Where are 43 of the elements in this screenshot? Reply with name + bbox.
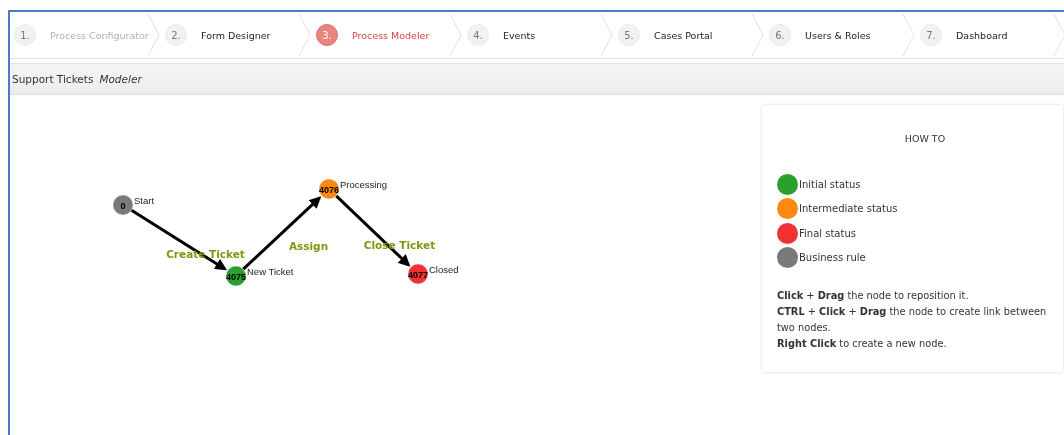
chevron-divider	[147, 12, 161, 58]
legend-label: Business rule	[799, 252, 866, 264]
step-number: 3.	[316, 24, 338, 46]
node-label: Start	[134, 195, 155, 206]
node-label: Closed	[429, 264, 459, 275]
status-node[interactable]	[407, 263, 429, 285]
node-id: 4076	[319, 184, 339, 195]
node-label: New Ticket	[247, 266, 294, 277]
status-node[interactable]	[318, 178, 340, 200]
step-number: 6.	[769, 24, 791, 46]
step-tab[interactable]: Cases Portal	[654, 29, 713, 41]
step-tab[interactable]: Users & Roles	[805, 29, 871, 41]
step-tab[interactable]: Process Modeler	[352, 29, 430, 41]
step-tab[interactable]: Dashboard	[956, 29, 1008, 41]
status-node[interactable]	[225, 265, 247, 287]
instruction-text: Click + Drag the node to reposition it.	[777, 289, 970, 303]
legend-label: Initial status	[799, 178, 861, 190]
node-id: 4077	[408, 269, 428, 280]
node-label: Processing	[340, 179, 387, 190]
instruction-text: CTRL + Click + Drag the node to create link between two nodes.	[777, 305, 1048, 335]
chevron-divider	[751, 12, 765, 58]
step-number: 4.	[467, 24, 489, 46]
step-number: 2.	[165, 24, 187, 46]
node-id: 4075	[226, 271, 246, 282]
chevron-divider	[902, 12, 916, 58]
chevron-divider	[298, 12, 312, 58]
step-tab[interactable]: Form Designer	[201, 29, 271, 41]
panel-title: HOW TO	[903, 133, 946, 144]
chevron-divider	[600, 12, 614, 58]
chevron-divider	[1053, 12, 1064, 58]
step-number: 5.	[618, 24, 640, 46]
step-number: 1.	[14, 24, 36, 46]
instruction-text: Right Click to create a new node.	[777, 337, 948, 351]
step-tab[interactable]: Events	[503, 29, 536, 41]
chevron-divider	[449, 12, 463, 58]
page-subtitle: Modeler	[99, 73, 142, 85]
transition-label: Assign	[288, 239, 329, 252]
status-node[interactable]	[112, 194, 134, 216]
process-title: Support Tickets	[12, 73, 94, 85]
legend-label: Final status	[799, 227, 856, 239]
step-number: 7.	[920, 24, 942, 46]
legend-label: Intermediate status	[799, 203, 898, 215]
node-id: 0	[120, 200, 126, 211]
